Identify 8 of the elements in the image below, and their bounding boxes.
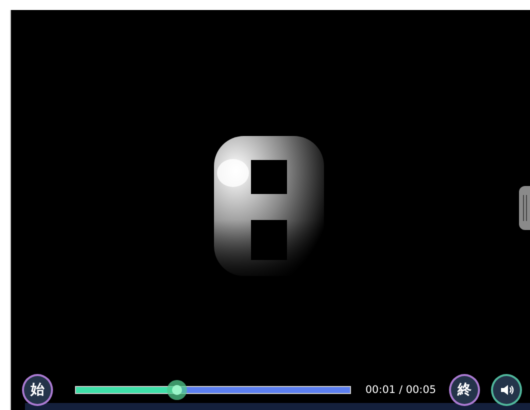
end-button[interactable]: 終 xyxy=(449,374,480,406)
progress-slider[interactable] xyxy=(74,380,352,400)
start-button[interactable]: 始 xyxy=(22,374,53,406)
volume-button[interactable] xyxy=(491,374,522,406)
side-handle[interactable] xyxy=(519,186,530,230)
speaker-icon xyxy=(500,384,514,396)
time-display: 00:01 / 00:05 xyxy=(365,384,436,396)
slider-thumb[interactable] xyxy=(167,380,188,400)
